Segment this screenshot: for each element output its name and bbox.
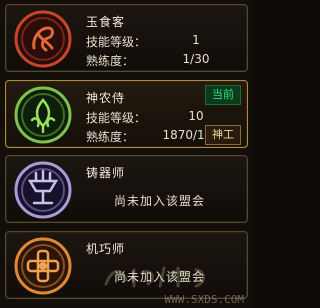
zhuqishi-emblem-icon bbox=[14, 161, 72, 219]
not-joined-status: 尚未加入该盟会 bbox=[113, 194, 205, 208]
profession-card-shennongshi[interactable]: 神农侍 当前 技能等级： 10 熟练度： 1870/1870 神工 bbox=[5, 80, 248, 148]
proficiency-label: 熟练度： bbox=[86, 54, 135, 68]
profession-card-yushike[interactable]: 玉食客 技能等级： 1 熟练度： 1/30 bbox=[5, 4, 248, 72]
jiqiaoshi-emblem-icon bbox=[14, 237, 72, 295]
skill-level-row: 技能等级： 10 bbox=[86, 109, 204, 126]
profession-name: 机巧师 bbox=[86, 242, 126, 256]
profession-name: 玉食客 bbox=[86, 15, 126, 29]
watermark-logo-icon bbox=[104, 266, 205, 288]
watermark-text: WWW.SXDS.COM bbox=[164, 293, 244, 306]
skill-level-row: 技能等级： 1 bbox=[86, 33, 200, 50]
skill-level-value: 10 bbox=[188, 109, 204, 123]
skill-level-label: 技能等级： bbox=[86, 35, 147, 49]
yushike-emblem-icon bbox=[14, 10, 72, 68]
current-profession-badge: 当前 bbox=[205, 85, 241, 105]
profession-panel: 玉食客 技能等级： 1 熟练度： 1/30 神农侍 当前 技能等级： 10 熟练… bbox=[0, 0, 252, 308]
skill-level-label: 技能等级： bbox=[86, 111, 147, 125]
proficiency-row: 熟练度： 1870/1870 bbox=[86, 128, 228, 145]
profession-card-zhuqishi[interactable]: 铸器师 尚未加入该盟会 bbox=[5, 155, 248, 223]
shengong-title-button[interactable]: 神工 bbox=[205, 125, 241, 145]
profession-name: 神农侍 bbox=[86, 91, 126, 105]
shennongshi-emblem-icon bbox=[14, 86, 72, 144]
proficiency-value: 1/30 bbox=[182, 52, 210, 66]
proficiency-row: 熟练度： 1/30 bbox=[86, 52, 209, 69]
proficiency-label: 熟练度： bbox=[86, 130, 135, 144]
profession-name: 铸器师 bbox=[86, 166, 126, 180]
skill-level-value: 1 bbox=[192, 33, 200, 47]
